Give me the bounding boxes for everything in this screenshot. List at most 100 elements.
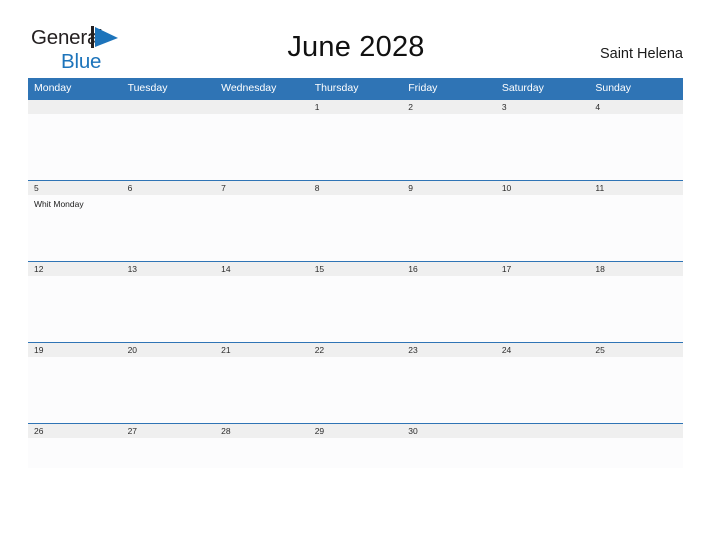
calendar-day-cell[interactable]: 17 (495, 261, 590, 342)
calendar-day-cell[interactable]: 12 (28, 261, 122, 342)
calendar-day-cell[interactable]: 13 (121, 261, 216, 342)
day-number: 9 (402, 180, 496, 195)
day-events (28, 438, 122, 442)
day-cell-inner: 10 (495, 180, 590, 261)
day-events (28, 276, 122, 280)
day-cell-inner (28, 99, 122, 180)
calendar-page: General Blue June 2028 Saint Helena Mond… (0, 0, 712, 550)
calendar-day-cell[interactable]: 24 (495, 342, 590, 423)
calendar-day-cell[interactable]: 2 (402, 99, 496, 180)
day-cell-inner: 23 (402, 342, 496, 423)
day-number: 24 (495, 342, 590, 357)
day-cell-inner: 4 (589, 99, 683, 180)
calendar-day-cell[interactable]: 26 (28, 423, 122, 468)
calendar-day-cell[interactable]: 16 (402, 261, 496, 342)
day-number: 21 (215, 342, 309, 357)
day-events (215, 438, 309, 442)
day-number (28, 99, 122, 114)
calendar-day-cell[interactable]: 6 (121, 180, 216, 261)
day-cell-inner: 5 Whit Monday (28, 180, 122, 261)
day-cell-inner: 6 (121, 180, 216, 261)
calendar-day-cell[interactable]: 11 (589, 180, 683, 261)
day-number: 30 (402, 423, 496, 438)
calendar-empty-cell (121, 99, 216, 180)
calendar-week-row: 1234 (28, 99, 683, 180)
day-events (496, 195, 590, 199)
calendar-day-cell[interactable]: 14 (215, 261, 309, 342)
day-events (215, 195, 309, 199)
calendar-grid: Monday Tuesday Wednesday Thursday Friday… (28, 78, 683, 468)
day-cell-inner: 1 (308, 99, 403, 180)
calendar-day-cell[interactable]: 1 (308, 99, 403, 180)
calendar-day-cell[interactable]: 7 (215, 180, 309, 261)
day-number: 23 (402, 342, 496, 357)
calendar-day-cell[interactable]: 23 (402, 342, 496, 423)
day-events (402, 357, 496, 361)
calendar-day-cell[interactable]: 5 Whit Monday (28, 180, 122, 261)
weekday-header-saturday: Saturday (495, 78, 590, 99)
day-number (215, 99, 309, 114)
weekday-header-monday: Monday (28, 78, 122, 99)
day-cell-inner: 9 (402, 180, 496, 261)
day-events (309, 357, 403, 361)
weekday-header-friday: Friday (402, 78, 496, 99)
day-number: 5 (28, 180, 122, 195)
day-number (121, 99, 216, 114)
day-cell-inner: 3 (495, 99, 590, 180)
day-number: 4 (589, 99, 683, 114)
calendar-day-cell[interactable]: 29 (308, 423, 403, 468)
day-cell-inner (121, 99, 216, 180)
calendar-day-cell[interactable]: 30 (402, 423, 496, 468)
day-cell-inner: 30 (402, 423, 496, 468)
calendar-day-cell[interactable]: 28 (215, 423, 309, 468)
day-cell-inner: 14 (215, 261, 309, 342)
day-cell-inner: 26 (28, 423, 122, 468)
calendar-empty-cell (589, 423, 683, 468)
calendar-empty-cell (215, 99, 309, 180)
day-cell-inner: 16 (402, 261, 496, 342)
day-cell-inner: 11 (589, 180, 683, 261)
day-events (28, 114, 122, 118)
day-events (309, 438, 403, 442)
day-events (496, 438, 590, 442)
day-number: 13 (121, 261, 216, 276)
calendar-day-cell[interactable]: 21 (215, 342, 309, 423)
day-number: 26 (28, 423, 122, 438)
day-cell-inner: 19 (28, 342, 122, 423)
calendar-day-cell[interactable]: 22 (308, 342, 403, 423)
calendar-day-cell[interactable]: 19 (28, 342, 122, 423)
day-cell-inner: 20 (121, 342, 216, 423)
weekday-header-tuesday: Tuesday (121, 78, 216, 99)
day-number: 14 (215, 261, 309, 276)
calendar-day-cell[interactable]: 15 (308, 261, 403, 342)
day-events (496, 114, 590, 118)
day-events (496, 276, 590, 280)
calendar-week-row: 12 13 14 15 16 17 18 (28, 261, 683, 342)
calendar-day-cell[interactable]: 3 (495, 99, 590, 180)
calendar-day-cell[interactable]: 9 (402, 180, 496, 261)
day-number (589, 423, 683, 438)
day-number: 28 (215, 423, 309, 438)
day-number: 27 (121, 423, 216, 438)
calendar-day-cell[interactable]: 18 (589, 261, 683, 342)
day-number: 10 (495, 180, 590, 195)
day-cell-inner: 12 (28, 261, 122, 342)
day-number (495, 423, 590, 438)
day-events (122, 276, 216, 280)
day-number: 25 (589, 342, 683, 357)
day-cell-inner: 8 (308, 180, 403, 261)
day-events (589, 114, 683, 118)
day-cell-inner: 29 (308, 423, 403, 468)
calendar-day-cell[interactable]: 27 (121, 423, 216, 468)
day-cell-inner: 2 (402, 99, 496, 180)
calendar-day-cell[interactable]: 20 (121, 342, 216, 423)
day-cell-inner: 21 (215, 342, 309, 423)
day-cell-inner: 24 (495, 342, 590, 423)
calendar-day-cell[interactable]: 4 (589, 99, 683, 180)
day-cell-inner: 7 (215, 180, 309, 261)
day-number: 1 (308, 99, 403, 114)
calendar-day-cell[interactable]: 10 (495, 180, 590, 261)
calendar-day-cell[interactable]: 25 (589, 342, 683, 423)
calendar-week-row: 19 20 21 22 23 24 25 (28, 342, 683, 423)
calendar-day-cell[interactable]: 8 (308, 180, 403, 261)
